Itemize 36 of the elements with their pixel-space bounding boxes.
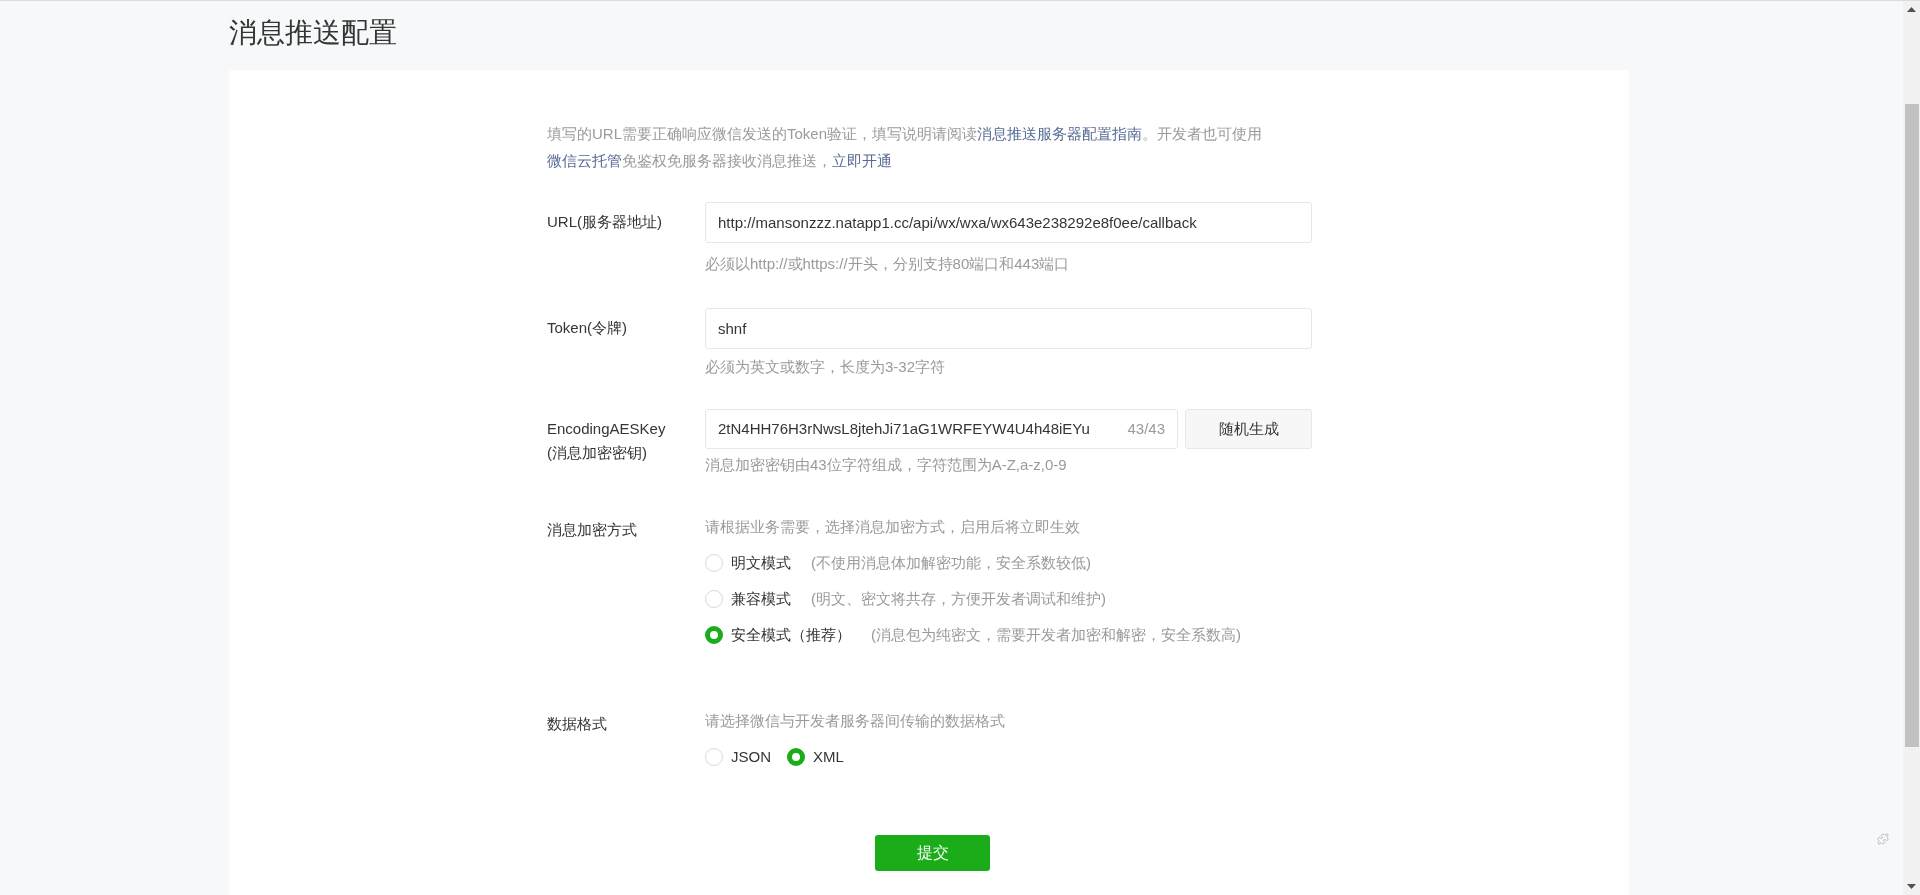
page-title: 消息推送配置 <box>229 16 398 50</box>
section-description: 请选择微信与开发者服务器间传输的数据格式 <box>705 711 1005 731</box>
field-label: EncodingAESKey <box>547 419 667 439</box>
token-input[interactable]: shnf <box>705 308 1312 349</box>
url-input[interactable]: http://mansonzzz.natapp1.cc/api/wx/wxa/wx643e238292e8f0ee/callback <box>705 202 1312 243</box>
radio-label[interactable]: 安全模式（推荐） <box>731 623 851 647</box>
aes-key-input[interactable]: 2tN4HH76H3rNwsL8jtehJi71aG1WRFEYW4U4h48iEYu 43/43 <box>705 409 1178 449</box>
scrollbar-thumb[interactable] <box>1904 104 1919 747</box>
option-note: (不使用消息体加解密功能，安全系数较低) <box>811 552 1091 573</box>
intro-text: 填写的URL需要正确响应微信发送的Token验证，填写说明请阅读消息推送服务器配置指南。开发者也可使用 微信云托管免鉴权免服务器接收消息推送，立即开通 <box>547 124 1264 171</box>
option-note: (消息包为纯密文，需要开发者加密和解密，安全系数高) <box>871 624 1241 645</box>
guide-link[interactable]: 微信云托管 <box>547 152 622 169</box>
generate-button[interactable]: 随机生成 <box>1185 409 1312 449</box>
scroll-down-icon[interactable] <box>1907 884 1916 889</box>
field-label: 消息加密方式 <box>547 520 638 540</box>
guide-link[interactable]: 消息推送服务器配置指南 <box>977 125 1143 142</box>
option-note: (明文、密文将共存，方便开发者调试和维护) <box>811 588 1106 609</box>
field-label: URL(服务器地址) <box>547 212 663 232</box>
field-hint: 必须为英文或数字，长度为3-32字符 <box>705 357 947 377</box>
field-hint: 必须以http://或https://开头，分别支持80端口和443端口 <box>705 254 1071 274</box>
scroll-up-icon[interactable] <box>1907 7 1916 12</box>
radio-button[interactable] <box>705 626 723 644</box>
puzzle-icon[interactable] <box>1877 833 1889 845</box>
field-label: Token(令牌) <box>547 318 629 338</box>
radio-button[interactable] <box>787 748 805 766</box>
section-description: 请根据业务需要，选择消息加密方式，启用后将立即生效 <box>705 517 1081 537</box>
radio-label[interactable]: 兼容模式 <box>731 587 791 611</box>
radio-label[interactable]: 明文模式 <box>731 551 791 575</box>
radio-label[interactable]: JSON <box>731 745 771 769</box>
radio-label[interactable]: XML <box>813 745 844 769</box>
scrollbar[interactable] <box>1903 1 1920 895</box>
field-hint: 消息加密密钥由43位字符组成，字符范围为A-Z,a-z,0-9 <box>705 455 1068 475</box>
guide-link[interactable]: 立即开通 <box>832 152 892 169</box>
character-count: 43/43 <box>1127 418 1165 439</box>
field-label: (消息加密密钥) <box>547 443 648 463</box>
field-label: 数据格式 <box>547 714 608 734</box>
